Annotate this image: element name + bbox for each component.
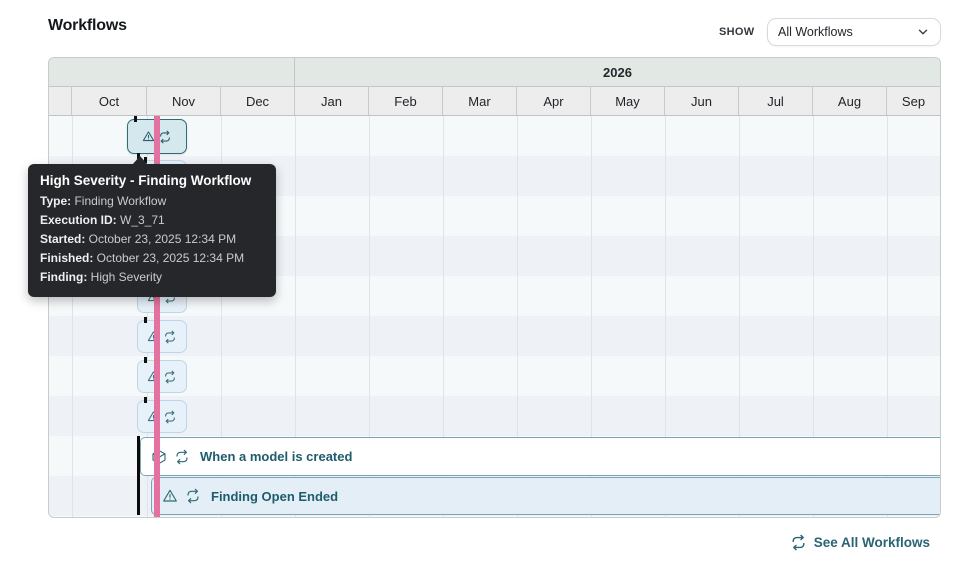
page-title: Workflows xyxy=(48,17,127,34)
workflow-filter-value: All Workflows xyxy=(778,25,853,39)
workflow-sync-icon xyxy=(163,410,177,424)
tooltip-title: High Severity - Finding Workflow xyxy=(40,173,252,188)
workflow-bar-finding-open-ended[interactable]: Finding Open Ended xyxy=(151,477,940,515)
see-all-workflows-label: See All Workflows xyxy=(813,535,930,550)
month-header-cell: May xyxy=(591,87,665,115)
month-header-row: Oct Nov Dec Jan Feb Mar Apr May Jun Jul Aug Sep xyxy=(49,87,940,116)
year-segment-2025 xyxy=(49,58,295,86)
month-header-cell: Feb xyxy=(369,87,443,115)
month-header-cell: Nov xyxy=(147,87,221,115)
execution-start-tick xyxy=(144,397,147,403)
month-header-spacer xyxy=(49,87,72,115)
month-header-cell: Aug xyxy=(813,87,887,115)
see-all-workflows-link[interactable]: See All Workflows xyxy=(790,534,930,551)
workflow-sync-icon xyxy=(163,330,177,344)
month-header-cell: Dec xyxy=(221,87,295,115)
tooltip-field: Started: October 23, 2025 12:34 PM xyxy=(40,232,237,246)
month-header-cell: Oct xyxy=(72,87,147,115)
workflow-execution-chip[interactable] xyxy=(137,400,187,433)
execution-start-tick xyxy=(134,116,137,122)
tooltip-field: Finding: High Severity xyxy=(40,270,163,284)
workflow-start-marker-line xyxy=(137,436,140,515)
workflow-bar-label: Finding Open Ended xyxy=(211,488,339,504)
year-header-row: 2026 xyxy=(49,58,940,87)
workflow-execution-chip[interactable] xyxy=(137,360,187,393)
workflow-sync-icon xyxy=(174,449,190,465)
month-header-cell: Apr xyxy=(517,87,591,115)
month-header-cell: Jan xyxy=(295,87,369,115)
workflow-execution-chip[interactable] xyxy=(137,320,187,353)
year-segment-2026: 2026 xyxy=(295,58,940,86)
execution-start-tick xyxy=(144,357,147,363)
execution-start-tick xyxy=(144,317,147,323)
month-header-cell: Jul xyxy=(739,87,813,115)
tooltip-field: Type: Finding Workflow xyxy=(40,194,167,208)
month-header-cell: Sep xyxy=(901,93,926,109)
workflow-sync-icon xyxy=(158,130,172,144)
chevron-down-icon xyxy=(916,25,930,39)
workflow-sync-icon xyxy=(163,370,177,384)
workflow-tooltip: High Severity - Finding Workflow Type: F… xyxy=(28,156,276,297)
workflow-bar-model-created[interactable]: When a model is created xyxy=(140,437,940,476)
warning-icon xyxy=(162,488,178,504)
tooltip-field: Finished: October 23, 2025 12:34 PM xyxy=(40,251,245,265)
month-header-cell: Jun xyxy=(665,87,739,115)
workflow-filter-dropdown[interactable]: All Workflows xyxy=(767,18,941,46)
workflow-sync-icon xyxy=(185,488,201,504)
workflow-bar-label: When a model is created xyxy=(200,449,353,464)
show-filter-label: SHOW xyxy=(719,26,755,38)
month-header-cell: Mar xyxy=(443,87,517,115)
tooltip-field: Execution ID: W_3_71 xyxy=(40,213,165,227)
workflow-sync-icon xyxy=(790,534,807,551)
